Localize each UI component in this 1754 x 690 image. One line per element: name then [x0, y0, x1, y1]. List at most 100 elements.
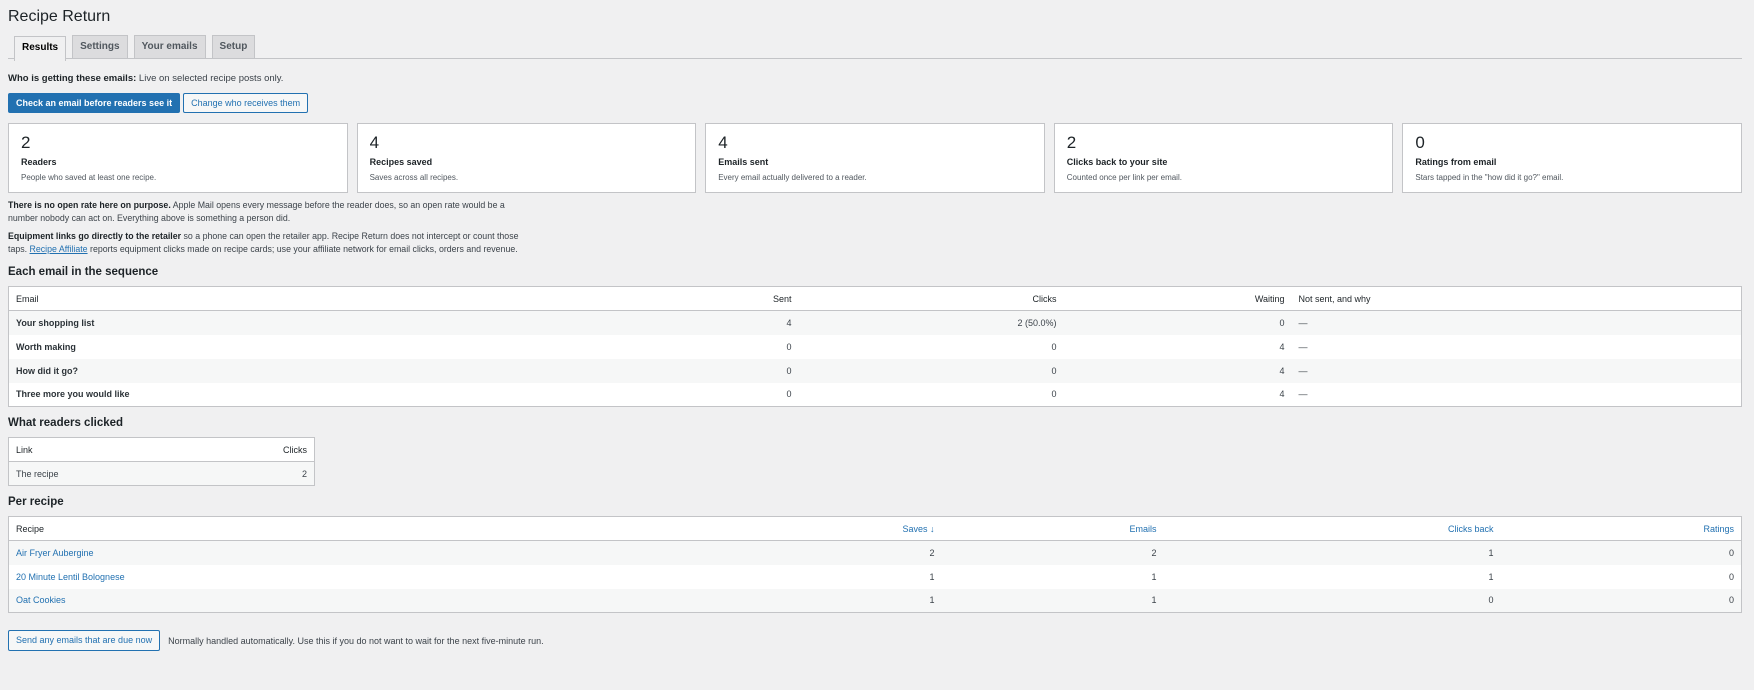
notes: There is no open rate here on purpose. A… [8, 199, 528, 256]
stat-label: Ratings from email [1415, 157, 1497, 167]
sort-ratings-header[interactable]: Ratings [1500, 516, 1742, 541]
not-sent-reason: — [1298, 389, 1308, 400]
not-sent-reason: — [1298, 341, 1308, 352]
recipe-affiliate-link[interactable]: Recipe Affiliate [30, 244, 88, 254]
clicks-count: 2 (50.0%) [798, 310, 1064, 335]
equipment-note-text-2: reports equipment clicks made on recipe … [90, 244, 518, 254]
stat-description: Every email actually delivered to a read… [718, 173, 867, 182]
per-recipe-heading: Per recipe [8, 496, 64, 508]
stat-card-recipes-saved: 4 Recipes saved Saves across all recipes… [356, 123, 697, 193]
equipment-note-title: Equipment links go directly to the retai… [8, 231, 182, 241]
action-buttons: Check an email before readers see it Cha… [8, 93, 1742, 113]
stat-card-emails-sent: 4 Emails sent Every email actually deliv… [705, 123, 1045, 193]
table-row: Oat Cookies 1 1 0 0 [8, 588, 1742, 613]
clicks-count: 0 [798, 358, 1064, 383]
email-name: Three more you would like [16, 389, 130, 400]
stat-value: 2 [1066, 133, 1077, 152]
emails-count: 1 [941, 588, 1164, 613]
stat-card-readers: 2 Readers People who saved at least one … [8, 123, 348, 193]
waiting-count: 4 [1279, 341, 1285, 352]
column-header: Recipe [8, 516, 542, 541]
sent-count: 0 [786, 341, 792, 352]
send-due-emails-button[interactable]: Send any emails that are due now [8, 630, 161, 651]
email-name: How did it go? [8, 358, 709, 383]
tab-setup[interactable]: Setup [211, 35, 256, 58]
table-header-row: Link Clicks [8, 437, 315, 462]
column-header: Sent [708, 286, 799, 311]
check-email-button[interactable]: Check an email before readers see it [8, 93, 181, 113]
emails-count: 2 [941, 540, 1164, 565]
equipment-note: Equipment links go directly to the retai… [8, 230, 528, 256]
sort-emails-header[interactable]: Emails [941, 516, 1164, 541]
stat-description: People who saved at least one recipe. [21, 173, 157, 182]
link-clicks: 2 [191, 461, 315, 486]
clicks-count: 0 [1051, 389, 1057, 400]
table-row: Worth making 0 0 4 — [9, 335, 1742, 359]
waiting-count: 4 [1279, 389, 1285, 400]
table-row: The recipe 2 [8, 461, 315, 486]
tab-settings[interactable]: Settings [72, 35, 128, 58]
recipe-cell: Oat Cookies [8, 588, 542, 613]
stat-label: Clicks back to your site [1066, 157, 1168, 167]
emails-count: 1 [1151, 571, 1157, 582]
stat-cards: 2 Readers People who saved at least one … [8, 123, 1742, 193]
table-row: Three more you would like 0 0 4 — [9, 383, 1742, 407]
sent-count: 0 [708, 358, 799, 383]
open-rate-note-title: There is no open rate here on purpose. [8, 200, 171, 210]
stat-description: Counted once per link per email. [1066, 173, 1182, 182]
recipe-link[interactable]: Air Fryer Aubergine [16, 548, 94, 558]
stat-description: Saves across all recipes. [369, 173, 459, 182]
footer-note: Normally handled automatically. Use this… [168, 635, 544, 646]
recipe-link[interactable]: 20 Minute Lentil Bolognese [16, 572, 125, 582]
clicked-heading: What readers clicked [8, 417, 124, 429]
table-header-row: Recipe Saves ↓ Emails Clicks back Rating… [8, 516, 1742, 541]
clicks-back-count: 1 [1488, 571, 1494, 582]
saves-count: 1 [541, 588, 942, 613]
table-row: 20 Minute Lentil Bolognese 1 1 1 0 [9, 565, 1742, 589]
recipe-cell: Air Fryer Aubergine [8, 540, 542, 565]
column-header: Waiting [1063, 286, 1292, 311]
page: Recipe Return Results Settings Your emai… [0, 0, 1754, 651]
stat-description: Stars tapped in the "how did it go?" ema… [1415, 173, 1564, 182]
column-header: Not sent, and why [1291, 286, 1742, 311]
table-header-row: Email Sent Clicks Waiting Not sent, and … [8, 286, 1742, 311]
table-row: Air Fryer Aubergine 2 2 1 0 [8, 540, 1742, 565]
stat-card-clicks-back: 2 Clicks back to your site Counted once … [1053, 123, 1394, 193]
sort-saves-header[interactable]: Saves ↓ [541, 516, 942, 541]
sequence-table: Email Sent Clicks Waiting Not sent, and … [8, 286, 1742, 407]
clicked-table: Link Clicks The recipe 2 [8, 437, 315, 486]
stat-value: 0 [1415, 133, 1425, 152]
tab-your-emails[interactable]: Your emails [133, 35, 206, 58]
tab-bar: Results Settings Your emails Setup [8, 34, 1742, 61]
sent-count: 0 [786, 389, 792, 400]
saves-count: 2 [541, 540, 942, 565]
recipe-link[interactable]: Oat Cookies [16, 595, 66, 605]
sequence-heading: Each email in the sequence [8, 266, 159, 278]
column-header: Clicks [191, 437, 315, 462]
sort-clicks-back-header[interactable]: Clicks back [1163, 516, 1501, 541]
footer-actions: Send any emails that are due now Normall… [8, 630, 1742, 651]
waiting-count: 4 [1063, 358, 1292, 383]
email-name: Worth making [16, 341, 76, 352]
clicks-back-count: 1 [1163, 540, 1501, 565]
stat-value: 4 [718, 133, 728, 152]
stat-value: 2 [21, 133, 31, 152]
clicks-back-count: 0 [1163, 588, 1501, 613]
audience-line: Who is getting these emails: Live on sel… [8, 73, 1742, 84]
ratings-count: 0 [1500, 540, 1742, 565]
audience-label: Who is getting these emails: [8, 73, 137, 84]
change-recipients-button[interactable]: Change who receives them [183, 93, 309, 113]
page-title: Recipe Return [8, 8, 111, 25]
ratings-count: 0 [1500, 588, 1742, 613]
per-recipe-table: Recipe Saves ↓ Emails Clicks back Rating… [8, 516, 1742, 613]
column-header: Link [8, 437, 192, 462]
recipe-cell: 20 Minute Lentil Bolognese [9, 565, 542, 589]
stat-label: Emails sent [718, 157, 769, 167]
not-sent-reason: — [1291, 310, 1742, 335]
stat-value: 4 [369, 133, 380, 152]
stat-label: Recipes saved [369, 157, 433, 167]
clicks-count: 0 [1051, 341, 1057, 352]
email-name: Your shopping list [8, 310, 709, 335]
stat-label: Readers [21, 157, 57, 167]
tab-results[interactable]: Results [14, 36, 67, 61]
